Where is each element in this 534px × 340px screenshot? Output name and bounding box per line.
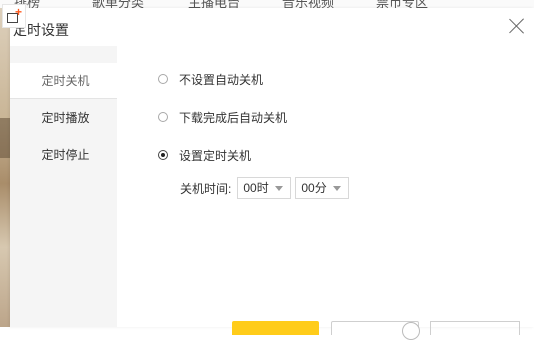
chevron-down-icon — [275, 186, 284, 191]
toggle-knob — [402, 322, 420, 340]
sidebar-item-timed-play[interactable]: 定时播放 — [10, 100, 117, 136]
timer-settings-dialog: 定时设置 定时关机 定时播放 定时停止 不设置自动关机 下载完成后自动关机 设置… — [10, 8, 534, 340]
option-scheduled-shutdown[interactable]: 设置定时关机 — [158, 146, 251, 164]
option-shutdown-after-download[interactable]: 下载完成后自动关机 — [158, 108, 287, 126]
hour-select[interactable]: 00时 — [237, 177, 292, 199]
sidebar-item-label: 定时停止 — [41, 148, 90, 162]
confirm-button[interactable] — [232, 321, 319, 335]
settings-sidebar: 定时关机 定时播放 定时停止 — [10, 46, 117, 327]
background-tab: 票币专区 — [376, 0, 429, 8]
background-tab-bar: 排榜 歌单分类 主播电台 音乐视频 票币专区 — [0, 0, 534, 8]
minute-select[interactable]: 00分 — [295, 177, 350, 199]
minute-select-value: 00分 — [301, 181, 327, 195]
radio-button[interactable] — [158, 112, 168, 122]
secondary-button[interactable] — [430, 321, 520, 335]
shutdown-time-row: 关机时间: 00时 00分 — [180, 176, 353, 200]
add-window-icon[interactable]: + — [2, 4, 26, 28]
sidebar-item-timed-stop[interactable]: 定时停止 — [10, 137, 117, 173]
background-tab: 主播电台 — [188, 0, 241, 8]
shutdown-time-label: 关机时间: — [180, 181, 232, 196]
option-label: 设置定时关机 — [179, 148, 252, 163]
sidebar-item-label: 定时关机 — [41, 74, 90, 88]
sidebar-item-label: 定时播放 — [41, 111, 90, 125]
toggle-switch[interactable] — [331, 321, 420, 340]
option-label: 下载完成后自动关机 — [179, 110, 288, 125]
radio-button-selected[interactable] — [158, 150, 168, 160]
option-no-auto-shutdown[interactable]: 不设置自动关机 — [158, 70, 263, 88]
background-tab: 音乐视频 — [282, 0, 335, 8]
hour-select-value: 00时 — [243, 181, 269, 195]
chevron-down-icon — [333, 186, 342, 191]
background-tab: 歌单分类 — [92, 0, 145, 8]
radio-button[interactable] — [158, 74, 168, 84]
close-icon[interactable] — [508, 17, 526, 35]
sidebar-item-timed-shutdown[interactable]: 定时关机 — [10, 63, 117, 99]
background-image-strip — [0, 8, 10, 327]
option-label: 不设置自动关机 — [179, 72, 264, 87]
